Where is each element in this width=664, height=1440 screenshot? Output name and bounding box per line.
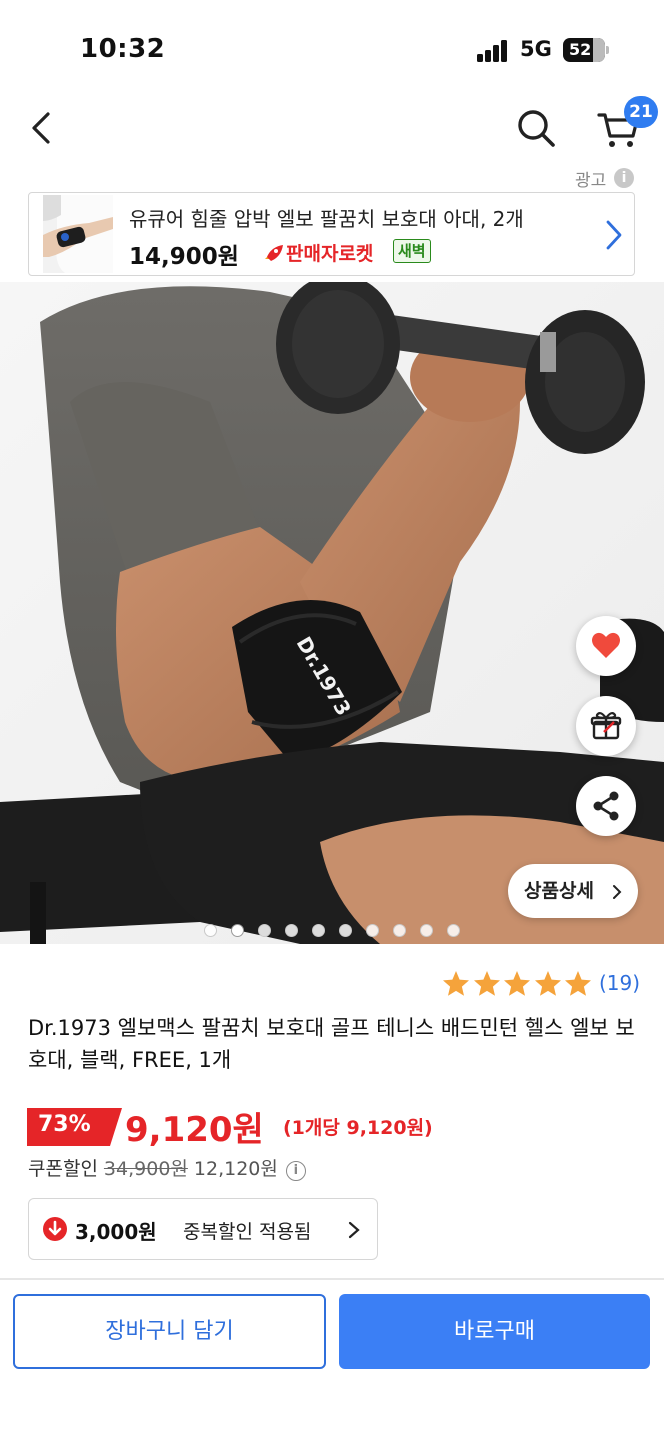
dawn-delivery-badge: 새벽 (393, 239, 431, 263)
chevron-right-icon (606, 220, 622, 250)
unit-price: (1개당 9,120원) (283, 1117, 433, 1139)
stacked-discount-text: 중복할인 적용됨 (183, 1221, 312, 1243)
battery-nub (606, 46, 609, 54)
carousel-dot[interactable] (285, 924, 298, 937)
network-label: 5G (520, 37, 552, 61)
carousel-indicator (0, 922, 664, 938)
search-icon (518, 110, 555, 147)
review-count-link[interactable]: (19) (599, 971, 640, 995)
search-button[interactable] (514, 106, 558, 150)
status-bar: 10:32 5G 52 (0, 0, 664, 96)
cart-count-badge: 21 (624, 96, 658, 128)
carousel-dot[interactable] (339, 924, 352, 937)
carousel-dot[interactable] (312, 924, 325, 937)
status-time: 10:32 (80, 34, 166, 64)
coupon-discount-row: 쿠폰할인 34,900원 12,120원 i (28, 1154, 306, 1181)
chevron-right-icon (348, 1221, 360, 1239)
share-button[interactable] (576, 776, 636, 836)
info-icon[interactable]: i (614, 168, 634, 188)
star-icon (565, 971, 591, 996)
coupon-label: 쿠폰할인 (28, 1158, 98, 1180)
ad-price: 14,900원 (129, 244, 239, 270)
arrow-down-circle-icon (43, 1217, 67, 1241)
carousel-dot[interactable] (366, 924, 379, 937)
ad-product-thumbnail (43, 195, 113, 273)
product-detail-button[interactable]: 상품상세 (508, 864, 638, 918)
original-price: 34,900원 (103, 1158, 188, 1180)
product-photo: Dr.1973 (0, 282, 664, 944)
info-icon[interactable]: i (285, 1161, 306, 1181)
carousel-dot[interactable] (204, 924, 217, 937)
carousel-dot[interactable] (420, 924, 433, 937)
buy-now-button[interactable]: 바로구매 (339, 1294, 650, 1369)
rocket-icon (265, 245, 283, 261)
sale-price: 9,120원 (125, 1110, 264, 1150)
ad-label: 광고 (575, 171, 607, 191)
gift-icon (590, 711, 622, 740)
stacked-discount-button[interactable]: 3,000원 중복할인 적용됨 (28, 1198, 378, 1260)
star-icon (534, 971, 561, 996)
discount-rate: 73% (38, 1112, 91, 1137)
chevron-right-icon (613, 885, 622, 899)
battery-icon: 52 (563, 38, 605, 62)
gift-button[interactable] (576, 696, 636, 756)
battery-level: 52 (569, 40, 592, 59)
sponsored-product-banner[interactable]: 유큐어 힘줄 압박 엘보 팔꿈치 보호대 아대, 2개 14,900원 판매자로… (28, 192, 635, 276)
carousel-dot[interactable] (447, 924, 460, 937)
bottom-divider (0, 1278, 664, 1280)
coupon-amount: 12,120원 (193, 1158, 278, 1180)
carousel-dot[interactable] (258, 924, 271, 937)
wishlist-button[interactable] (576, 616, 636, 676)
heart-icon (592, 632, 620, 658)
seller-rocket-text: 판매자로켓 (286, 243, 374, 265)
star-rating[interactable] (441, 969, 594, 999)
add-to-cart-button[interactable]: 장바구니 담기 (13, 1294, 326, 1369)
stacked-discount-amount: 3,000원 (75, 1220, 157, 1244)
carousel-dot-active[interactable] (231, 924, 244, 937)
signal-icon (477, 40, 509, 62)
seller-rocket-label: 판매자로켓 (261, 239, 373, 266)
product-title: Dr.1973 엘보맥스 팔꿈치 보호대 골프 테니스 배드민턴 헬스 엘보 보… (28, 1016, 635, 1072)
ad-title: 유큐어 힘줄 압박 엘보 팔꿈치 보호대 아대, 2개 (129, 207, 524, 231)
star-icon (443, 971, 469, 996)
star-icon (473, 971, 500, 996)
star-icon (504, 971, 530, 996)
share-icon (593, 791, 619, 821)
chevron-left-icon (32, 112, 50, 144)
carousel-dot[interactable] (393, 924, 406, 937)
product-image-carousel[interactable]: Dr.1973 상품상세 (0, 282, 664, 944)
back-button[interactable] (24, 108, 64, 148)
product-detail-label: 상품상세 (524, 880, 594, 902)
